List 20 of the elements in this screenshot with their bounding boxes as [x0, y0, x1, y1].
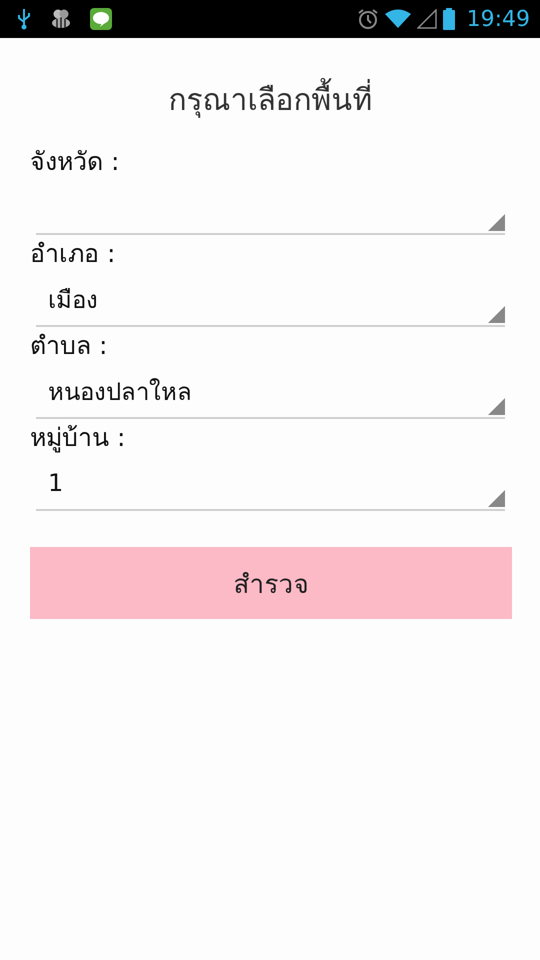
- field-label: ตำบล :: [30, 330, 108, 362]
- dropdown-corner-icon: [488, 306, 505, 323]
- dropdown-field[interactable]: 1: [36, 457, 505, 511]
- status-time: 19:49: [466, 6, 530, 32]
- dropdown-corner-icon: [488, 490, 505, 507]
- battery-icon: [442, 8, 455, 30]
- wifi-icon: [384, 9, 411, 29]
- signal-icon: [416, 9, 437, 29]
- field-label: หมู่บ้าน :: [30, 422, 126, 454]
- survey-button[interactable]: สำรวจ: [30, 547, 512, 619]
- dropdown-field[interactable]: เมือง: [36, 273, 505, 327]
- alarm-icon: [356, 8, 379, 30]
- chat-app-icon: [90, 8, 112, 30]
- field-label: อำเภอ :: [30, 238, 116, 270]
- dropdown-corner-icon: [488, 214, 505, 231]
- field-label: จังหวัด :: [30, 146, 120, 178]
- usb-icon: [16, 8, 32, 30]
- screen-title: กรุณาเลือกพื้นที่: [168, 76, 372, 123]
- dropdown-corner-icon: [488, 398, 505, 415]
- dropdown-field[interactable]: หนองปลาใหล: [36, 365, 505, 419]
